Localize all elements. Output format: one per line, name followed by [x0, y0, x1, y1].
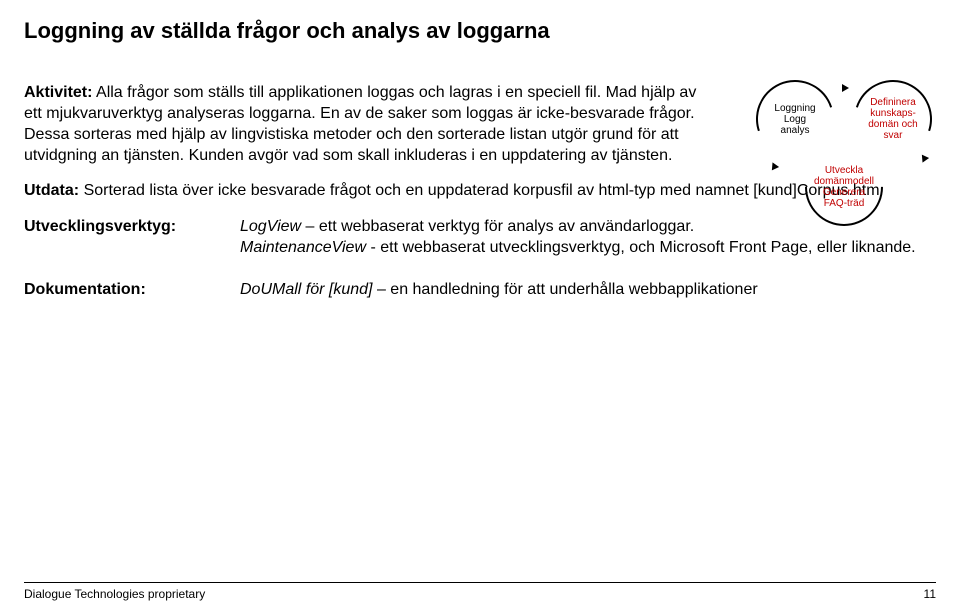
- page-title: Loggning av ställda frågor och analys av…: [24, 18, 936, 44]
- cycle-arrow-icon: [919, 155, 929, 165]
- cycle-label-develop-model: Utveckla domänmodell Generera FAQ-träd: [807, 150, 881, 224]
- tool-logview-desc: – ett webbaserat verktyg för analys av a…: [301, 218, 694, 235]
- aktivitet-label: Aktivitet:: [24, 84, 92, 101]
- footer-proprietary: Dialogue Technologies proprietary: [24, 587, 205, 601]
- tool-maintenanceview: MaintenanceView: [240, 239, 366, 256]
- body-wrap: LoggningLogganalys Defininera kunskaps-d…: [24, 82, 936, 300]
- doc-title: DoUMall för [kund]: [240, 281, 373, 298]
- utdata-label: Utdata:: [24, 182, 79, 199]
- main-text-column: Aktivitet: Alla frågor som ställs till a…: [24, 82, 704, 166]
- slide-page: Loggning av ställda frågor och analys av…: [0, 0, 960, 615]
- utvecklingsverktyg-label: Utvecklingsverktyg:: [24, 218, 234, 236]
- dokumentation-value: DoUMall för [kund] – en handledning för …: [240, 259, 936, 301]
- cycle-arrow-icon: [769, 161, 779, 171]
- dokumentation-label: Dokumentation:: [24, 261, 234, 299]
- tool-logview: LogView: [240, 218, 301, 235]
- footer-divider: [24, 582, 936, 583]
- cycle-label-define-domain: Defininera kunskaps-domän och svar: [856, 82, 930, 156]
- cycle-arrow-icon: [842, 84, 849, 92]
- process-cycle-diagram: LoggningLogganalys Defininera kunskaps-d…: [696, 80, 946, 245]
- doc-desc: – en handledning för att underhålla webb…: [373, 281, 758, 298]
- footer-page-number: 11: [924, 587, 936, 601]
- aktivitet-paragraph: Aktivitet: Alla frågor som ställs till a…: [24, 82, 704, 166]
- aktivitet-text: Alla frågor som ställs till applikatione…: [24, 84, 696, 164]
- footer: Dialogue Technologies proprietary 11: [0, 582, 960, 601]
- cycle-label-log-analysis: LoggningLogganalys: [758, 82, 832, 156]
